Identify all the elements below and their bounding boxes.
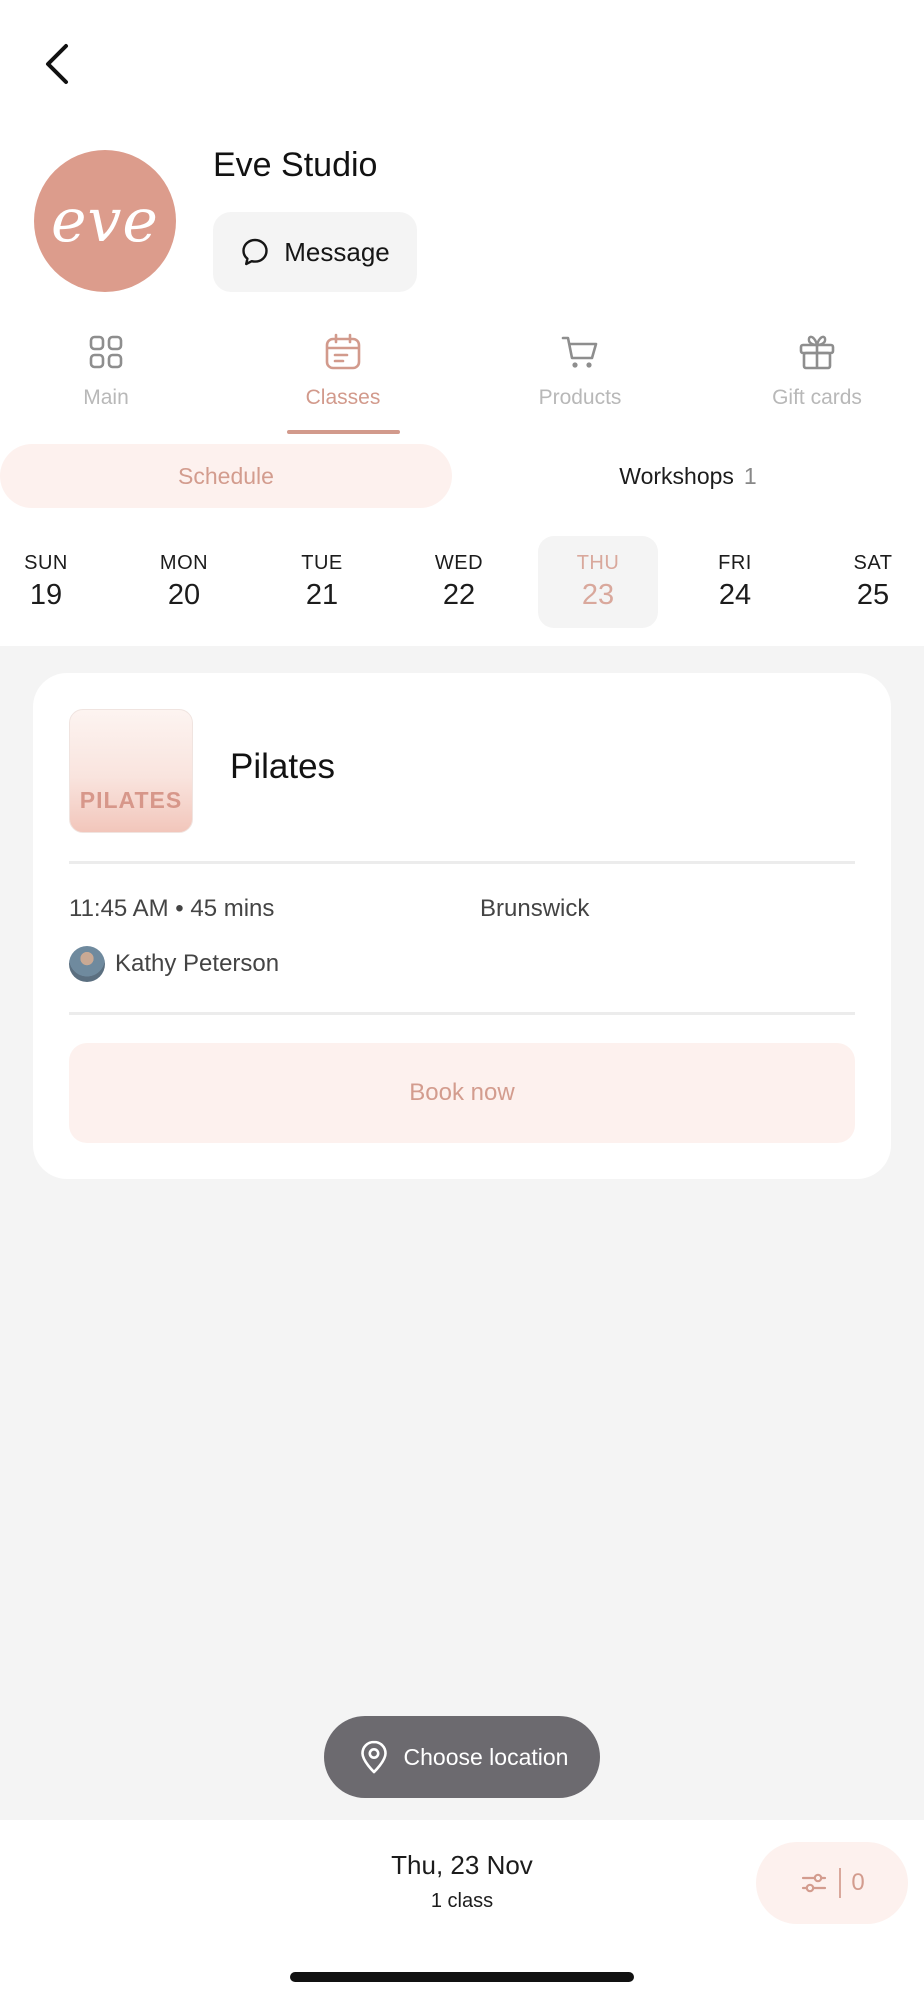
day-date: 24 [718,579,752,611]
tab-products-label: Products [538,386,622,409]
location-pin-icon [360,1740,387,1774]
day-name: FRI [718,552,752,574]
filter-button[interactable]: 0 [756,1842,908,1924]
day-date: 22 [442,579,476,611]
day-fri[interactable]: FRI 24 [675,536,795,628]
day-thu[interactable]: THU 23 [538,536,658,628]
schedule-segmented-control: Schedule Workshops 1 [0,444,924,508]
filter-separator [839,1868,842,1898]
day-mon[interactable]: MON 20 [124,536,244,628]
book-now-button[interactable]: Book now [69,1043,855,1143]
day-name: THU [576,552,620,574]
tab-classes[interactable]: Classes [263,332,423,410]
grid-icon [89,335,123,369]
day-sat[interactable]: SAT 25 [813,536,924,628]
tab-classes-label: Classes [305,386,381,409]
day-date: 19 [29,579,63,611]
segment-schedule[interactable]: Schedule [0,444,452,508]
segment-workshops-label: Workshops [619,462,734,489]
cart-icon [561,336,598,368]
workshops-count: 1 [743,462,757,489]
day-date: 25 [856,579,890,611]
tab-gift-cards[interactable]: Gift cards [737,332,897,410]
message-label: Message [284,236,390,267]
back-button[interactable] [36,40,84,88]
segment-schedule-label: Schedule [178,462,274,489]
day-sun[interactable]: SUN 19 [0,536,106,628]
day-name: SAT [853,552,893,574]
bottom-bar: Thu, 23 Nov 1 class 0 [0,1820,924,2000]
day-wed[interactable]: WED 22 [399,536,519,628]
divider [69,1012,855,1015]
day-date: 23 [581,579,615,611]
chat-bubble-icon [242,238,268,266]
day-date: 21 [305,579,339,611]
segment-workshops[interactable]: Workshops 1 [452,444,924,508]
class-thumbnail: PILATES [69,709,193,833]
class-time: 11:45 AM • 45 mins [69,895,275,922]
calendar-icon [325,333,361,370]
day-tue[interactable]: TUE 21 [262,536,382,628]
instructor-avatar [69,946,105,982]
message-button[interactable]: Message [213,212,417,292]
class-name: Pilates [230,747,336,786]
choose-location-button[interactable]: Choose location [324,1716,600,1798]
divider [69,861,855,864]
chevron-left-icon [46,44,68,84]
home-indicator [290,1972,634,1982]
book-now-label: Book now [409,1079,515,1106]
day-name: MON [159,552,209,574]
logo-text: eve [51,186,159,256]
class-instructor: Kathy Peterson [69,946,279,982]
gift-icon [799,335,835,370]
tab-main[interactable]: Main [26,332,186,410]
choose-location-label: Choose location [403,1743,569,1770]
instructor-name: Kathy Peterson [115,950,280,977]
day-name: SUN [24,552,68,574]
day-name: TUE [301,552,343,574]
tab-main-label: Main [83,386,129,409]
day-date: 20 [167,579,201,611]
class-location: Brunswick [480,895,590,922]
tab-bar: Main Classes Products Gift cards [0,332,924,436]
studio-name: Eve Studio [213,146,378,184]
day-name: WED [434,552,484,574]
class-thumbnail-text: PILATES [79,787,183,813]
week-day-picker: SUN 19 MON 20 TUE 21 WED 22 THU 23 FRI 2… [0,536,924,628]
studio-logo: eve [34,150,176,292]
tab-products[interactable]: Products [500,332,660,410]
class-card[interactable]: PILATES Pilates 11:45 AM • 45 mins Bruns… [33,673,891,1179]
active-tab-indicator [287,430,400,434]
sliders-icon [802,1873,827,1893]
tab-gift-cards-label: Gift cards [772,386,862,409]
filter-count: 0 [851,1869,865,1896]
